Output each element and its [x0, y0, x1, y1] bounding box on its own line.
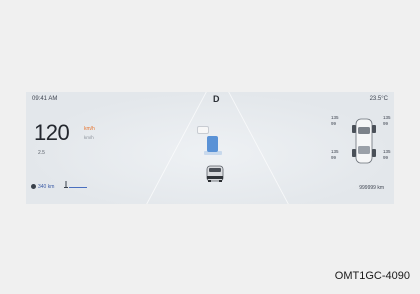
battery-icon — [31, 184, 36, 189]
tire-front-right: 135 99 — [383, 115, 391, 126]
gear-indicator: D — [213, 94, 220, 104]
tire-front-left: 135 99 — [331, 115, 339, 126]
tire-rear-right: 135 99 — [383, 149, 391, 160]
temperature-bar — [69, 187, 87, 188]
trip-readout: 2.5 — [38, 150, 45, 156]
instrument-cluster: 09:41 AM D 23.5°C 120 km/h km/h 2.5 340 … — [26, 92, 394, 204]
figure-code: OMT1GC-4090 — [334, 270, 410, 282]
tire-rear-left: 135 99 — [331, 149, 339, 160]
lane-line-right — [228, 92, 289, 204]
adjacent-vehicle-icon — [207, 136, 218, 152]
lane-line-left — [146, 92, 207, 204]
drive-mode-label: km/h — [84, 126, 95, 132]
clock: 09:41 AM — [32, 96, 58, 102]
range-readout: 340 km — [38, 184, 55, 190]
speed-readout: 120 — [34, 120, 70, 145]
speed-unit: km/h — [84, 135, 94, 140]
vehicle-topview-icon — [352, 118, 376, 164]
lead-vehicle-icon — [197, 126, 209, 134]
outside-temperature: 23.5°C — [369, 96, 388, 102]
odometer-readout: 999999 km — [359, 185, 384, 191]
thermometer-icon — [64, 181, 68, 188]
ego-vehicle-icon — [206, 165, 224, 182]
